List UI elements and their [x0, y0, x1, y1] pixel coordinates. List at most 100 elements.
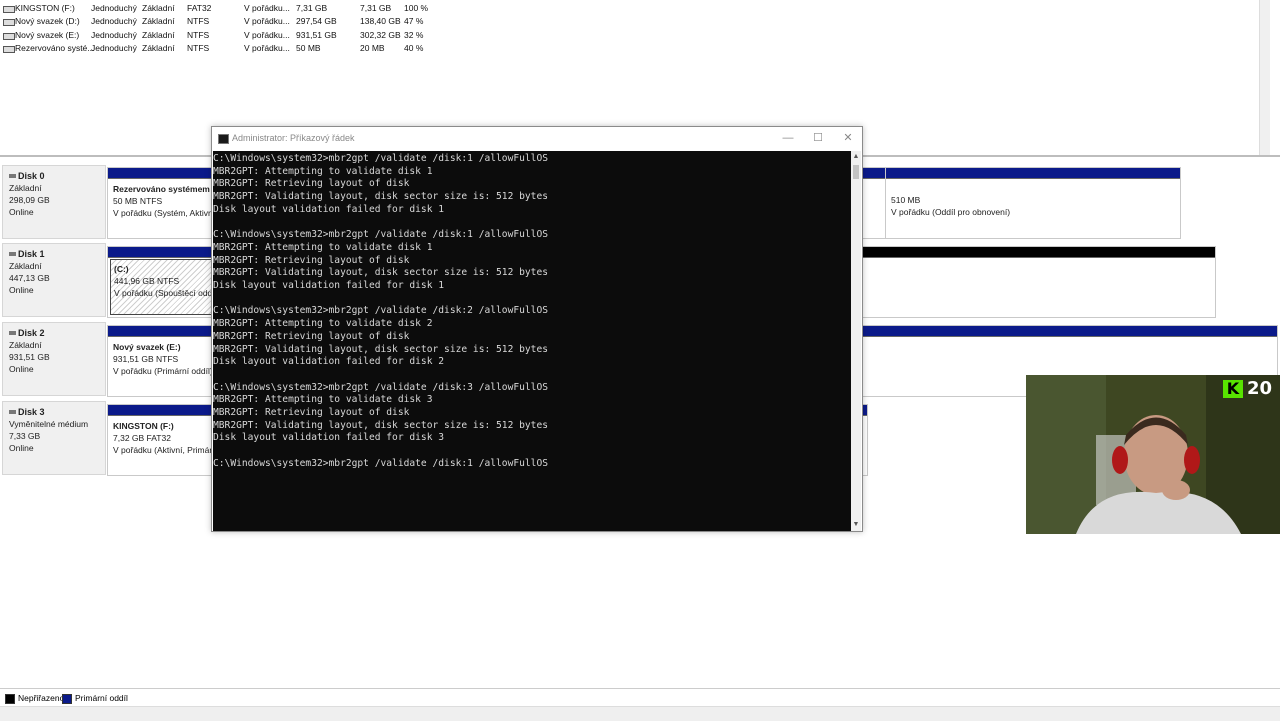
volume-name: Nový svazek (E:) [15, 30, 80, 40]
partition-bar [108, 247, 216, 258]
volume-type: Základní [142, 43, 175, 53]
volume-free-pct: 100 % [404, 3, 429, 13]
partition-bar [863, 168, 885, 179]
volume-layout: Jednoduchý [91, 43, 137, 53]
volume-name: KINGSTON (F:) [15, 3, 75, 13]
partition-recovery[interactable]: 510 MB V pořádku (Oddíl pro obnovení) [885, 167, 1181, 239]
volume-type: Základní [142, 16, 175, 26]
volume-status: V pořádku... [244, 43, 290, 53]
disk-icon [9, 410, 16, 414]
partition-name: KINGSTON (F:) [113, 421, 174, 431]
partition-size: 441,96 GB NTFS [114, 276, 180, 286]
partition-body: Rezervováno systémem 50 MB NTFS V pořádk… [110, 180, 214, 236]
legend-swatch-unallocated [5, 693, 15, 704]
disk-1-label[interactable]: Disk 1 Základní 447,13 GB Online [2, 243, 106, 317]
disk-name-text: Disk 2 [18, 328, 45, 338]
disk-state: Online [9, 207, 34, 217]
partition-size: 50 MB NTFS [113, 196, 163, 206]
volume-fs: NTFS [187, 30, 210, 40]
disk-type: Vyměnitelné médium [9, 419, 89, 429]
disk-2-label[interactable]: Disk 2 Základní 931,51 GB Online [2, 322, 106, 396]
command-prompt-window[interactable]: Administrator: Příkazový řádek — ☐ ✕ C:\… [211, 126, 863, 532]
partition-status: V pořádku (Primární oddíl) [113, 366, 213, 376]
volume-capacity: 931,51 GB [296, 30, 337, 40]
disk-size: 447,13 GB [9, 273, 50, 283]
volume-status: V pořádku... [244, 3, 290, 13]
disk-name: Disk 2 [9, 327, 105, 339]
legend: Nepřiřazeno Primární oddíl [0, 688, 1280, 707]
disk-state: Online [9, 443, 34, 453]
cmd-icon [218, 134, 229, 144]
partition-name: Rezervováno systémem [113, 184, 210, 194]
volume-type: Základní [142, 30, 175, 40]
partition-size: 7,32 GB FAT32 [113, 433, 171, 443]
close-button[interactable]: ✕ [834, 129, 862, 147]
partition-size: 931,51 GB NTFS [113, 354, 179, 364]
disk-icon [9, 331, 16, 335]
disk-state: Online [9, 285, 34, 295]
disk-3-label[interactable]: Disk 3 Vyměnitelné médium 7,33 GB Online [2, 401, 106, 475]
disk-type: Základní [9, 261, 42, 271]
volume-layout: Jednoduchý [91, 30, 137, 40]
scroll-up-arrow-icon[interactable]: ▲ [851, 151, 861, 163]
volume-icon [3, 33, 15, 40]
volume-fs: NTFS [187, 16, 210, 26]
disk-state: Online [9, 364, 34, 374]
volume-layout: Jednoduchý [91, 3, 137, 13]
window-titlebar[interactable]: Administrator: Příkazový řádek — ☐ ✕ [212, 127, 862, 150]
volume-type: Základní [142, 3, 175, 13]
volume-fs: NTFS [187, 43, 210, 53]
console-output[interactable]: C:\Windows\system32>mbr2gpt /validate /d… [213, 151, 851, 531]
disk-0-label[interactable]: Disk 0 Základní 298,09 GB Online [2, 165, 106, 239]
partition-name: Nový svazek (E:) [113, 342, 181, 352]
partition-status: V pořádku (Oddíl pro obnovení) [891, 207, 1011, 217]
disk-name: Disk 1 [9, 248, 105, 260]
scroll-thumb[interactable] [853, 165, 859, 179]
disk-icon [9, 252, 16, 256]
volume-free: 138,40 GB [360, 16, 401, 26]
disk-type: Základní [9, 183, 42, 193]
scroll-down-arrow-icon[interactable]: ▼ [851, 519, 861, 531]
partition-body: (C:) 441,96 GB NTFS V pořádku (Spouštěcí… [110, 259, 214, 315]
volume-capacity: 7,31 GB [296, 3, 328, 13]
maximize-button[interactable]: ☐ [804, 129, 832, 147]
partition-hidden-segment[interactable] [862, 167, 886, 239]
status-bar [0, 706, 1280, 721]
legend-primary-label: Primární oddíl [75, 693, 128, 703]
window-title: Administrator: Příkazový řádek [232, 133, 355, 143]
badge-letter: K [1222, 379, 1243, 398]
volume-status: V pořádku... [244, 30, 290, 40]
partition-unallocated[interactable] [862, 246, 1216, 318]
disk-name-text: Disk 3 [18, 407, 45, 417]
disk-size: 7,33 GB [9, 431, 41, 441]
disk-size: 931,51 GB [9, 352, 50, 362]
volume-capacity: 297,54 GB [296, 16, 337, 26]
legend-swatch-primary [62, 693, 72, 704]
console-scrollbar[interactable]: ▲ ▼ [851, 151, 861, 531]
volume-name: Rezervováno systé... [15, 43, 95, 53]
partition-status: V pořádku (Spouštěcí oddíl, [114, 288, 214, 298]
legend-unallocated-label: Nepřiřazeno [18, 693, 65, 703]
partition-status: V pořádku (Aktivní, Primární [113, 445, 220, 455]
partition-c-drive[interactable]: (C:) 441,96 GB NTFS V pořádku (Spouštěcí… [107, 246, 217, 318]
partition-status: V pořádku (Systém, Aktivní, [113, 208, 214, 218]
volume-free: 20 MB [360, 43, 385, 53]
partition-system-reserved[interactable]: Rezervováno systémem 50 MB NTFS V pořádk… [107, 167, 217, 239]
partition-bar [886, 168, 1180, 179]
partition-name: (C:) [114, 264, 129, 274]
minimize-button[interactable]: — [774, 129, 802, 147]
volume-list-scrollbar[interactable] [1259, 0, 1270, 155]
volume-fs: FAT32 [187, 3, 212, 13]
volume-layout: Jednoduchý [91, 16, 137, 26]
webcam-overlay: K 20 [1026, 375, 1280, 534]
channel-badge: K 20 [1222, 378, 1272, 399]
partition-bar [863, 247, 1215, 258]
partition-bar [863, 326, 1277, 337]
partition-body: 510 MB V pořádku (Oddíl pro obnovení) [888, 180, 1178, 236]
legend-unallocated: Nepřiřazeno [5, 693, 64, 704]
volume-icon [3, 46, 15, 53]
volume-icon [3, 6, 15, 13]
volume-capacity: 50 MB [296, 43, 321, 53]
disk-name-text: Disk 1 [18, 249, 45, 259]
volume-free-pct: 40 % [404, 43, 424, 53]
